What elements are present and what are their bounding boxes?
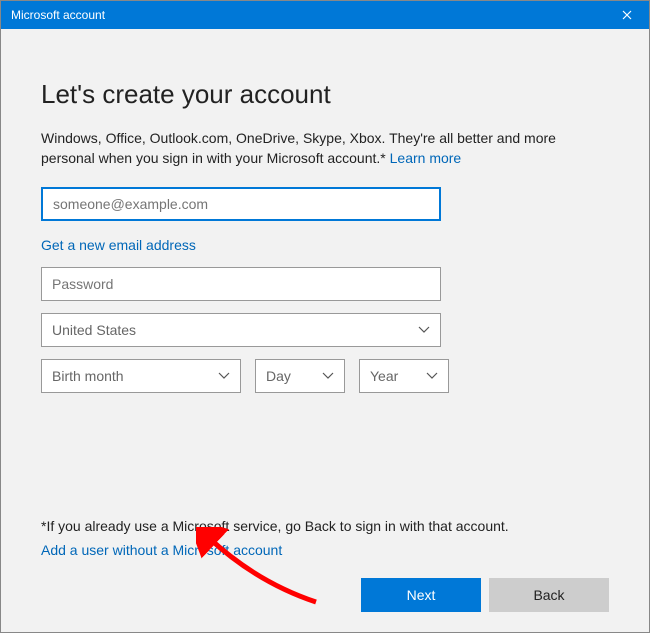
country-selected: United States (52, 314, 136, 346)
birth-month-label: Birth month (52, 360, 124, 392)
window: Microsoft account Let's create your acco… (0, 0, 650, 633)
get-new-email-link[interactable]: Get a new email address (41, 237, 196, 253)
content-area: Let's create your account Windows, Offic… (1, 29, 649, 632)
close-button[interactable] (604, 1, 649, 29)
page-title: Let's create your account (41, 79, 609, 110)
footnote: *If you already use a Microsoft service,… (41, 518, 609, 534)
birth-day-select[interactable]: Day (255, 359, 345, 393)
chevron-down-icon (426, 360, 438, 392)
window-title: Microsoft account (11, 8, 105, 22)
chevron-down-icon (418, 314, 430, 346)
email-field[interactable] (41, 187, 441, 221)
close-icon (622, 7, 632, 23)
titlebar: Microsoft account (1, 1, 649, 29)
add-user-without-account-link[interactable]: Add a user without a Microsoft account (41, 542, 282, 558)
country-select[interactable]: United States (41, 313, 441, 347)
birth-year-label: Year (370, 360, 398, 392)
description-text: Windows, Office, Outlook.com, OneDrive, … (41, 130, 556, 166)
back-button[interactable]: Back (489, 578, 609, 612)
next-button[interactable]: Next (361, 578, 481, 612)
description: Windows, Office, Outlook.com, OneDrive, … (41, 128, 609, 169)
password-field[interactable] (41, 267, 441, 301)
birth-year-select[interactable]: Year (359, 359, 449, 393)
chevron-down-icon (322, 360, 334, 392)
button-bar: Next Back (41, 578, 609, 612)
learn-more-link[interactable]: Learn more (390, 150, 462, 166)
birth-day-label: Day (266, 360, 291, 392)
birth-month-select[interactable]: Birth month (41, 359, 241, 393)
chevron-down-icon (218, 360, 230, 392)
